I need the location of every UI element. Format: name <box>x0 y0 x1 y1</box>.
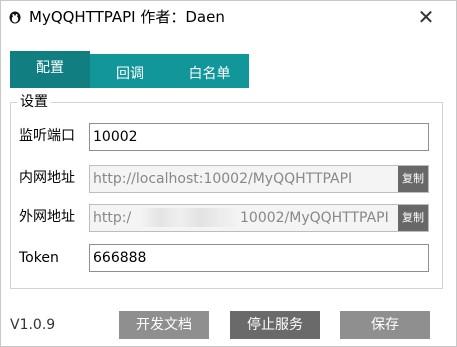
token-label: Token <box>19 250 59 266</box>
settings-group-label: 设置 <box>17 93 51 111</box>
copy-intranet-button[interactable]: 复制 <box>398 166 428 192</box>
intranet-address-field[interactable]: http://localhost:10002/MyQQHTTPAPI 复制 <box>89 165 429 193</box>
intranet-address-value: http://localhost:10002/MyQQHTTPAPI <box>93 171 353 187</box>
extranet-address-suffix: 10002/MyQQHTTPAPI <box>240 210 389 226</box>
token-input[interactable]: 666888 <box>89 244 429 272</box>
intranet-label: 内网地址 <box>19 170 75 186</box>
save-button[interactable]: 保存 <box>340 311 430 339</box>
extranet-address-field[interactable]: http:/ 10002/MyQQHTTPAPI 复制 <box>89 204 429 232</box>
tab-whitelist[interactable]: 白名单 <box>170 60 249 88</box>
window-title: MyQQHTTPAPI 作者：Daen <box>29 8 225 26</box>
dev-docs-button[interactable]: 开发文档 <box>119 311 209 339</box>
stop-service-button[interactable]: 停止服务 <box>230 311 320 339</box>
redacted-region <box>140 208 240 227</box>
copy-extranet-button[interactable]: 复制 <box>398 205 428 231</box>
extranet-label: 外网地址 <box>19 209 75 225</box>
version-label: V1.0.9 <box>10 317 56 333</box>
port-input[interactable]: 10002 <box>89 123 429 151</box>
tab-config[interactable]: 配置 <box>10 51 90 88</box>
close-button[interactable]: ✕ <box>411 6 441 30</box>
extranet-address-prefix: http:/ <box>93 210 132 226</box>
tab-bar: 配置 回调 白名单 <box>10 51 249 88</box>
port-label: 监听端口 <box>19 128 75 144</box>
tab-callback[interactable]: 回调 <box>90 60 170 88</box>
penguin-icon <box>9 11 21 24</box>
title-bar: MyQQHTTPAPI 作者：Daen ✕ <box>1 1 456 35</box>
app-window: MyQQHTTPAPI 作者：Daen ✕ 配置 回调 白名单 设置 监听端口 … <box>0 0 457 347</box>
